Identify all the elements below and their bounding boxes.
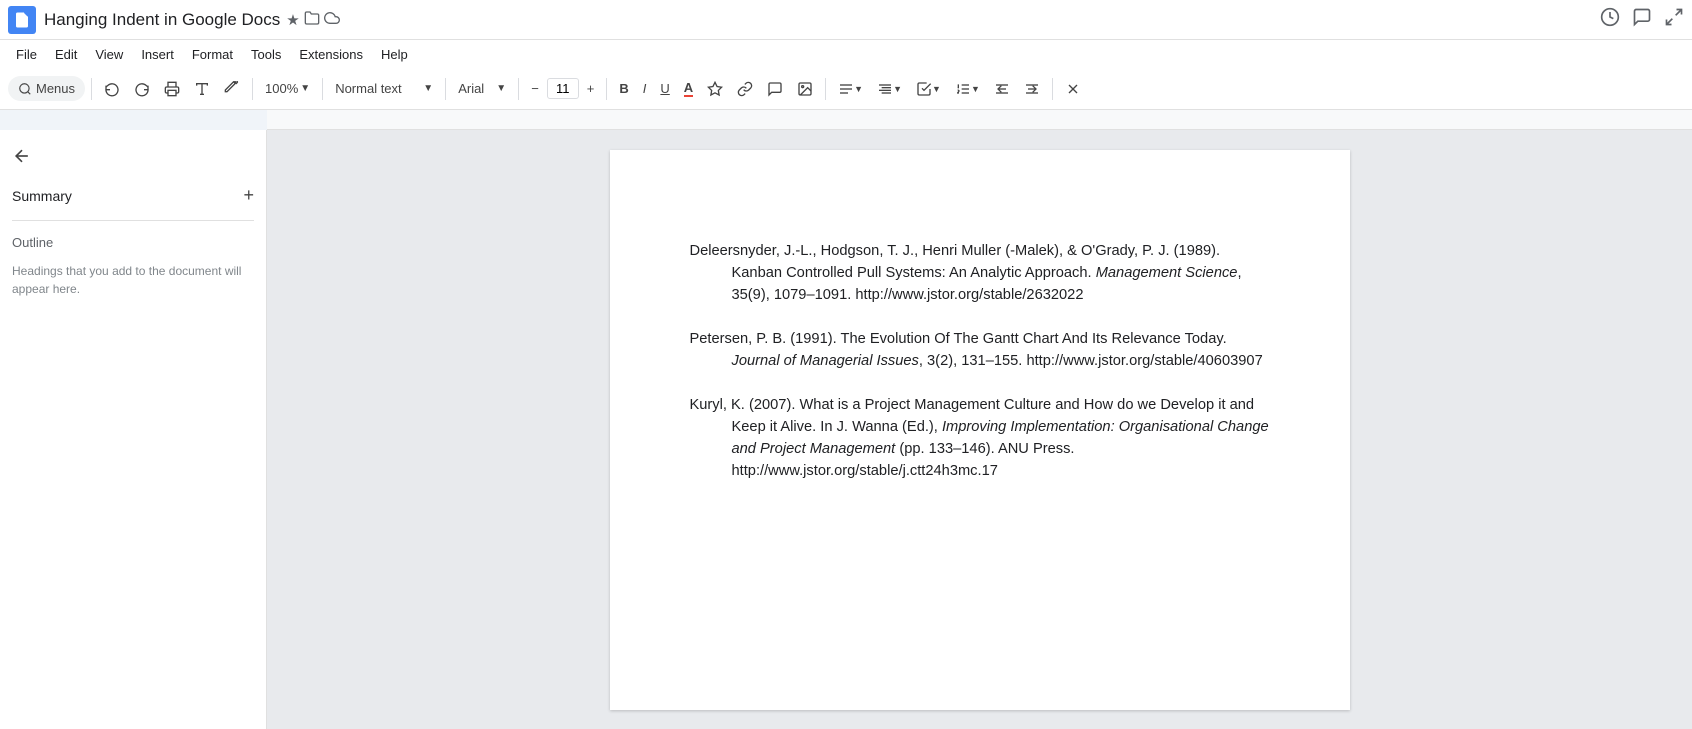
menu-extensions[interactable]: Extensions (291, 44, 371, 65)
indent-increase-button[interactable] (1018, 77, 1046, 101)
document-area[interactable]: Deleersnyder, J.-L., Hodgson, T. J., Hen… (267, 130, 1692, 729)
checklist-button[interactable]: ▼ (910, 77, 947, 101)
menu-help[interactable]: Help (373, 44, 416, 65)
ruler: // Will render ruler marks via JS below (267, 110, 1692, 130)
paint-format-button[interactable] (218, 77, 246, 101)
style-dropdown[interactable]: Normal text ▼ (329, 77, 439, 100)
top-right-icons (1600, 7, 1684, 32)
sidebar-outline-hint: Headings that you add to the document wi… (0, 256, 266, 304)
menu-format[interactable]: Format (184, 44, 241, 65)
underline-button[interactable]: U (654, 77, 675, 100)
history-icon[interactable] (1600, 7, 1620, 32)
top-bar: Hanging Indent in Google Docs ★ (0, 0, 1692, 40)
undo-button[interactable] (98, 77, 126, 101)
separator-8 (1052, 78, 1053, 100)
sidebar-summary-title: Summary (12, 188, 72, 204)
print-button[interactable] (158, 77, 186, 101)
reference-1: Deleersnyder, J.-L., Hodgson, T. J., Hen… (690, 240, 1270, 306)
bold-button[interactable]: B (613, 77, 634, 100)
document-page[interactable]: Deleersnyder, J.-L., Hodgson, T. J., Hen… (610, 150, 1350, 710)
font-dropdown[interactable]: Arial ▼ (452, 77, 512, 100)
separator-7 (825, 78, 826, 100)
menus-button[interactable]: Menus (8, 76, 85, 101)
sidebar-add-button[interactable]: + (243, 185, 254, 206)
separator-4 (445, 78, 446, 100)
spell-check-button[interactable] (188, 77, 216, 101)
document-content: Deleersnyder, J.-L., Hodgson, T. J., Hen… (690, 240, 1270, 482)
highlight-button[interactable] (701, 77, 729, 101)
align-button[interactable]: ▼ (832, 77, 869, 101)
link-button[interactable] (731, 77, 759, 101)
zoom-button[interactable]: 100% ▼ (259, 77, 316, 100)
comments-icon[interactable] (1632, 7, 1652, 32)
main-layout: Summary + Outline Headings that you add … (0, 130, 1692, 729)
folder-icon[interactable] (304, 10, 320, 30)
reference-2: Petersen, P. B. (1991). The Evolution Of… (690, 328, 1270, 372)
separator-2 (252, 78, 253, 100)
indent-decrease-button[interactable] (988, 77, 1016, 101)
sidebar-summary-header: Summary + (0, 179, 266, 212)
sidebar-back-button[interactable] (0, 142, 266, 179)
separator-1 (91, 78, 92, 100)
comment-insert-button[interactable] (761, 77, 789, 101)
sidebar-divider (12, 220, 254, 221)
doc-title: Hanging Indent in Google Docs (44, 10, 280, 30)
text-color-button[interactable]: A (678, 76, 699, 101)
star-icon[interactable]: ★ (286, 11, 299, 29)
sidebar: Summary + Outline Headings that you add … (0, 130, 267, 729)
back-icon (12, 146, 32, 171)
menu-file[interactable]: File (8, 44, 45, 65)
cloud-icon[interactable] (324, 10, 340, 30)
italic-button[interactable]: I (637, 77, 653, 100)
menu-edit[interactable]: Edit (47, 44, 85, 65)
sidebar-outline-title: Outline (0, 229, 266, 256)
separator-6 (606, 78, 607, 100)
menu-insert[interactable]: Insert (133, 44, 182, 65)
font-size-increase[interactable]: + (581, 77, 601, 100)
font-size-display[interactable]: 11 (547, 78, 579, 99)
clear-formatting-button[interactable] (1059, 77, 1087, 101)
image-button[interactable] (791, 77, 819, 101)
reference-3: Kuryl, K. (2007). What is a Project Mana… (690, 394, 1270, 482)
app-icon (8, 6, 36, 34)
separator-5 (518, 78, 519, 100)
line-spacing-button[interactable]: ▼ (871, 77, 908, 101)
menu-bar: File Edit View Insert Format Tools Exten… (0, 40, 1692, 68)
fullscreen-icon[interactable] (1664, 7, 1684, 32)
toolbar: Menus 100% ▼ Normal text ▼ (0, 68, 1692, 110)
redo-button[interactable] (128, 77, 156, 101)
separator-3 (322, 78, 323, 100)
font-size-decrease[interactable]: − (525, 77, 545, 100)
menu-tools[interactable]: Tools (243, 44, 289, 65)
numbered-list-button[interactable]: ▼ (949, 77, 986, 101)
menu-view[interactable]: View (87, 44, 131, 65)
